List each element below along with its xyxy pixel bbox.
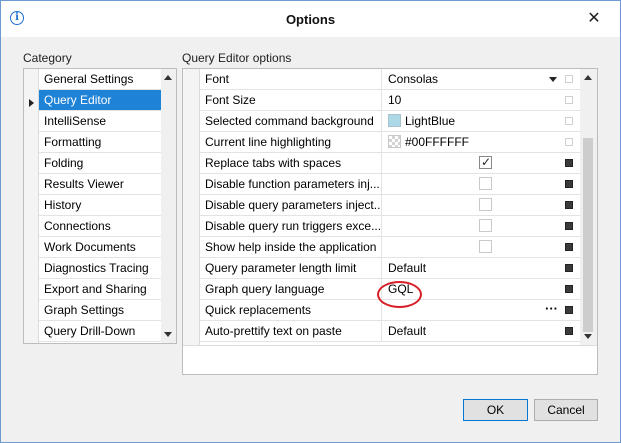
option-row[interactable]: Auto-prettify text on paste Default xyxy=(200,321,580,342)
option-row[interactable]: Current line highlighting #00FFFFFF xyxy=(200,132,580,153)
option-name: Disable query parameters inject... xyxy=(200,195,382,215)
category-item[interactable]: Work Documents xyxy=(39,237,161,258)
override-flag-icon[interactable] xyxy=(565,201,573,209)
option-row[interactable]: Query parameter length limit Default xyxy=(200,258,580,279)
option-name: Disable query run triggers exce... xyxy=(200,216,382,236)
option-name: Quick replacements xyxy=(200,300,382,320)
color-swatch-icon xyxy=(388,114,401,127)
option-checkbox[interactable] xyxy=(479,177,492,190)
options-dialog: i Options ✕ Category Query Editor option… xyxy=(0,0,621,443)
category-item[interactable]: IntelliSense xyxy=(39,111,161,132)
category-item[interactable]: Formatting xyxy=(39,132,161,153)
options-label: Query Editor options xyxy=(182,51,292,65)
ellipsis-button[interactable]: ··· xyxy=(545,300,558,318)
category-item[interactable]: Diagnostics Tracing xyxy=(39,258,161,279)
category-item[interactable]: Results Viewer xyxy=(39,174,161,195)
category-scrollbar[interactable] xyxy=(161,69,176,343)
close-button[interactable]: ✕ xyxy=(576,5,612,33)
category-item[interactable]: Query Editor xyxy=(39,90,161,111)
options-grid-gutter xyxy=(183,69,200,345)
option-value[interactable] xyxy=(383,174,559,194)
option-name: Replace tabs with spaces xyxy=(200,153,382,173)
grid-divider xyxy=(183,345,597,346)
category-gutter xyxy=(24,69,39,343)
option-row[interactable]: Disable function parameters inj... xyxy=(200,174,580,195)
category-label: Category xyxy=(23,51,72,65)
options-scroll-down-icon[interactable] xyxy=(584,334,592,339)
override-flag-icon[interactable] xyxy=(565,243,573,251)
option-value[interactable]: Default xyxy=(383,321,559,341)
option-checkbox[interactable] xyxy=(479,198,492,211)
options-scrollbar[interactable] xyxy=(580,69,597,345)
scroll-up-icon[interactable] xyxy=(164,75,172,80)
override-flag-icon[interactable] xyxy=(565,222,573,230)
option-row[interactable]: Font Size 10 xyxy=(200,90,580,111)
override-flag-icon[interactable] xyxy=(565,159,573,167)
option-value[interactable] xyxy=(383,216,559,236)
option-row[interactable]: Disable query run triggers exce... xyxy=(200,216,580,237)
dropdown-arrow-icon[interactable] xyxy=(549,77,557,82)
options-scroll-thumb[interactable] xyxy=(583,138,593,332)
current-row-marker-icon xyxy=(29,99,34,107)
option-row[interactable]: Show help inside the application xyxy=(200,237,580,258)
override-flag-icon[interactable] xyxy=(565,327,573,335)
title-bar: i Options ✕ xyxy=(1,1,620,37)
option-name: Auto-prettify text on paste xyxy=(200,321,382,341)
option-name: Disable function parameters inj... xyxy=(200,174,382,194)
override-flag-icon[interactable] xyxy=(565,75,573,83)
options-scroll-up-icon[interactable] xyxy=(584,75,592,80)
option-value[interactable]: Default xyxy=(383,258,559,278)
option-name: Font Size xyxy=(200,90,382,110)
checkmark-icon: ✓ xyxy=(481,155,492,169)
category-item[interactable]: Connections xyxy=(39,216,161,237)
override-flag-icon[interactable] xyxy=(565,138,573,146)
category-item[interactable]: General Settings xyxy=(39,69,161,90)
option-name: Graph query language xyxy=(200,279,382,299)
category-item[interactable]: Graph Settings xyxy=(39,300,161,321)
option-name: Current line highlighting xyxy=(200,132,382,152)
scroll-down-icon[interactable] xyxy=(164,332,172,337)
override-flag-icon[interactable] xyxy=(565,285,573,293)
ok-button[interactable]: OK xyxy=(463,399,528,421)
override-flag-icon[interactable] xyxy=(565,96,573,104)
option-value[interactable] xyxy=(383,195,559,215)
option-row[interactable]: Font Consolas xyxy=(200,69,580,90)
dialog-title: Options xyxy=(285,12,336,27)
override-flag-icon[interactable] xyxy=(565,180,573,188)
option-value[interactable] xyxy=(383,153,559,173)
option-row[interactable]: Selected command background LightBlue xyxy=(200,111,580,132)
option-name: Selected command background xyxy=(200,111,382,131)
color-value-text: #00FFFFFF xyxy=(405,135,470,149)
option-value[interactable]: #00FFFFFF xyxy=(383,132,559,152)
category-item[interactable]: Export and Sharing xyxy=(39,279,161,300)
highlight-annotation xyxy=(377,281,422,308)
option-value[interactable]: 10 xyxy=(383,90,559,110)
color-value-text: LightBlue xyxy=(405,114,456,128)
option-checkbox[interactable]: ✓ xyxy=(479,155,492,169)
color-swatch-icon xyxy=(388,135,401,148)
option-value[interactable]: LightBlue xyxy=(383,111,559,131)
category-list[interactable]: General Settings Query Editor IntelliSense… xyxy=(23,68,177,344)
override-flag-icon[interactable] xyxy=(565,117,573,125)
option-name: Query parameter length limit xyxy=(200,258,382,278)
option-checkbox[interactable] xyxy=(479,240,492,253)
category-item[interactable]: History xyxy=(39,195,161,216)
option-name: Font xyxy=(200,69,382,89)
option-value[interactable]: Consolas xyxy=(383,69,559,89)
cancel-button[interactable]: Cancel xyxy=(534,399,598,421)
override-flag-icon[interactable] xyxy=(565,306,573,314)
option-row[interactable]: Disable query parameters inject... xyxy=(200,195,580,216)
option-row[interactable]: Replace tabs with spaces ✓ xyxy=(200,153,580,174)
option-name: Show help inside the application xyxy=(200,237,382,257)
category-item[interactable]: Folding xyxy=(39,153,161,174)
options-grid[interactable]: Font Consolas Font Size 10 Selected command … xyxy=(182,68,598,375)
option-value[interactable] xyxy=(383,237,559,257)
category-item[interactable]: Query Drill-Down xyxy=(39,321,161,342)
override-flag-icon[interactable] xyxy=(565,264,573,272)
option-checkbox[interactable] xyxy=(479,219,492,232)
